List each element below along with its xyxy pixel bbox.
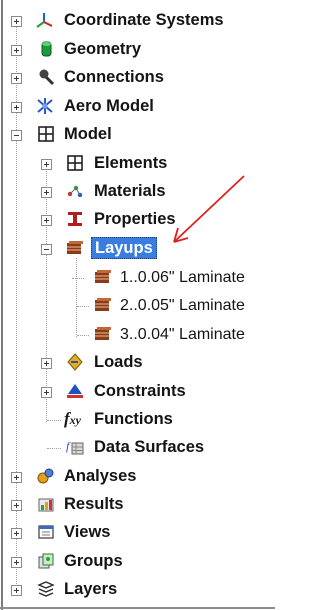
panel-bottom-border [0, 607, 275, 609]
expand-plus-icon[interactable] [11, 45, 22, 56]
tree-item-label: Aero Model [64, 97, 154, 115]
expand-plus-icon[interactable] [41, 387, 52, 398]
analysis-icon [37, 468, 54, 484]
expand-plus-icon[interactable] [11, 102, 22, 113]
expand-plus-icon[interactable] [41, 187, 52, 198]
tree-guide-line [76, 258, 77, 337]
tree-item-label: 1..0.06" Laminate [120, 269, 245, 286]
tree-item-label: Layers [64, 580, 118, 598]
constraint-icon [67, 384, 83, 398]
expand-plus-icon[interactable] [11, 528, 22, 539]
coordinate-axes-icon [36, 13, 53, 28]
connection-pin-icon [39, 69, 55, 86]
expand-plus-icon[interactable] [11, 557, 22, 568]
tree-item-label: Loads [94, 353, 143, 371]
tree-guide-line [47, 448, 61, 449]
load-arrow-icon [67, 353, 83, 371]
expand-plus-icon[interactable] [41, 358, 52, 369]
expand-plus-icon[interactable] [41, 159, 52, 170]
layup-stack-icon [95, 327, 111, 340]
data-surface-icon: f [66, 439, 84, 455]
layup-stack-icon [67, 241, 83, 254]
tree-item-label: Functions [94, 410, 173, 428]
collapse-minus-icon[interactable] [11, 130, 22, 141]
tree-item-label: Analyses [64, 467, 137, 485]
expand-plus-icon[interactable] [11, 472, 22, 483]
tree-item-label: 2..0.05" Laminate [120, 297, 245, 314]
tree-guide-line [47, 420, 61, 421]
i-beam-icon [68, 212, 82, 226]
aircraft-icon [37, 98, 53, 114]
tree-item-label: Geometry [64, 40, 142, 58]
results-icon [38, 498, 54, 512]
tree-item-label: Data Surfaces [94, 438, 205, 456]
layup-stack-icon [95, 298, 111, 311]
model-tree-panel: Coordinate Systems Geometry Connections … [0, 0, 275, 610]
tree-guide-line [77, 335, 89, 336]
grid-icon [67, 155, 83, 171]
tree-item-label: Connections [64, 68, 164, 86]
groups-icon [38, 553, 54, 569]
expand-plus-icon[interactable] [11, 73, 22, 84]
tree-item-label: 3..0.04" Laminate [120, 326, 245, 343]
layup-stack-icon [95, 270, 111, 283]
tree-item-label: Groups [64, 552, 123, 570]
tree-item-label: Model [64, 125, 112, 143]
tree-item-label: Views [64, 523, 111, 541]
tree-guide-line [72, 278, 84, 279]
expand-plus-icon[interactable] [11, 16, 22, 27]
tree-guide-line [77, 306, 89, 307]
expand-plus-icon[interactable] [41, 215, 52, 226]
expand-plus-icon[interactable] [11, 500, 22, 511]
function-xy-glyph: xy [69, 413, 81, 427]
materials-molecule-icon [67, 185, 83, 198]
svg-text:f: f [66, 439, 71, 453]
views-icon [38, 525, 54, 539]
collapse-minus-icon[interactable] [41, 244, 52, 255]
panel-left-border [1, 0, 3, 610]
grid-icon [38, 126, 54, 142]
tree-guide-line [46, 160, 47, 422]
annotation-arrow-icon [173, 175, 245, 243]
tree-item-label: Layups [91, 237, 157, 259]
geometry-cylinder-icon [41, 41, 52, 57]
tree-item-label: Results [64, 495, 124, 513]
function-fxy-icon: fxy [64, 409, 88, 428]
layers-icon [37, 581, 55, 597]
expand-plus-icon[interactable] [11, 585, 22, 596]
tree-item-label: Constraints [94, 382, 186, 400]
tree-item-label: Coordinate Systems [64, 11, 224, 29]
